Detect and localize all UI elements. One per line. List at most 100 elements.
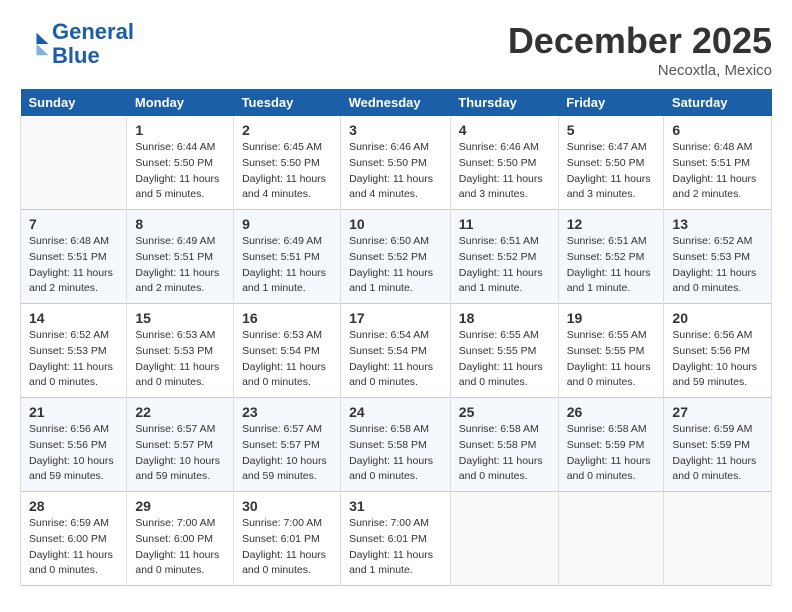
day-info: Sunrise: 6:46 AMSunset: 5:50 PMDaylight:… xyxy=(349,140,442,203)
day-cell: 31 Sunrise: 7:00 AMSunset: 6:01 PMDaylig… xyxy=(341,492,451,586)
day-cell: 8 Sunrise: 6:49 AMSunset: 5:51 PMDayligh… xyxy=(127,210,234,304)
day-number: 7 xyxy=(29,216,118,232)
day-number: 19 xyxy=(567,310,656,326)
day-info: Sunrise: 6:53 AMSunset: 5:53 PMDaylight:… xyxy=(135,328,225,391)
day-number: 26 xyxy=(567,404,656,420)
day-info: Sunrise: 6:56 AMSunset: 5:56 PMDaylight:… xyxy=(29,422,118,485)
day-cell: 21 Sunrise: 6:56 AMSunset: 5:56 PMDaylig… xyxy=(21,398,127,492)
day-number: 12 xyxy=(567,216,656,232)
day-cell: 27 Sunrise: 6:59 AMSunset: 5:59 PMDaylig… xyxy=(664,398,772,492)
day-cell: 28 Sunrise: 6:59 AMSunset: 6:00 PMDaylig… xyxy=(21,492,127,586)
day-number: 5 xyxy=(567,122,656,138)
day-info: Sunrise: 7:00 AMSunset: 6:01 PMDaylight:… xyxy=(242,516,332,579)
day-info: Sunrise: 6:51 AMSunset: 5:52 PMDaylight:… xyxy=(459,234,550,297)
day-number: 31 xyxy=(349,498,442,514)
header-monday: Monday xyxy=(127,89,234,116)
day-cell: 2 Sunrise: 6:45 AMSunset: 5:50 PMDayligh… xyxy=(234,116,341,210)
day-number: 10 xyxy=(349,216,442,232)
day-info: Sunrise: 6:49 AMSunset: 5:51 PMDaylight:… xyxy=(242,234,332,297)
day-info: Sunrise: 6:47 AMSunset: 5:50 PMDaylight:… xyxy=(567,140,656,203)
day-number: 24 xyxy=(349,404,442,420)
week-row-4: 21 Sunrise: 6:56 AMSunset: 5:56 PMDaylig… xyxy=(21,398,772,492)
day-cell: 29 Sunrise: 7:00 AMSunset: 6:00 PMDaylig… xyxy=(127,492,234,586)
day-info: Sunrise: 6:54 AMSunset: 5:54 PMDaylight:… xyxy=(349,328,442,391)
day-cell: 16 Sunrise: 6:53 AMSunset: 5:54 PMDaylig… xyxy=(234,304,341,398)
day-info: Sunrise: 6:59 AMSunset: 6:00 PMDaylight:… xyxy=(29,516,118,579)
day-number: 25 xyxy=(459,404,550,420)
day-number: 2 xyxy=(242,122,332,138)
day-info: Sunrise: 6:58 AMSunset: 5:58 PMDaylight:… xyxy=(459,422,550,485)
header-friday: Friday xyxy=(558,89,664,116)
day-info: Sunrise: 6:48 AMSunset: 5:51 PMDaylight:… xyxy=(29,234,118,297)
month-title: December 2025 xyxy=(508,20,772,62)
day-cell: 4 Sunrise: 6:46 AMSunset: 5:50 PMDayligh… xyxy=(450,116,558,210)
day-cell: 10 Sunrise: 6:50 AMSunset: 5:52 PMDaylig… xyxy=(341,210,451,304)
day-info: Sunrise: 6:55 AMSunset: 5:55 PMDaylight:… xyxy=(567,328,656,391)
day-cell: 19 Sunrise: 6:55 AMSunset: 5:55 PMDaylig… xyxy=(558,304,664,398)
day-info: Sunrise: 6:51 AMSunset: 5:52 PMDaylight:… xyxy=(567,234,656,297)
day-cell xyxy=(450,492,558,586)
day-cell: 1 Sunrise: 6:44 AMSunset: 5:50 PMDayligh… xyxy=(127,116,234,210)
week-row-2: 7 Sunrise: 6:48 AMSunset: 5:51 PMDayligh… xyxy=(21,210,772,304)
logo: GeneralBlue xyxy=(20,20,134,68)
day-cell: 25 Sunrise: 6:58 AMSunset: 5:58 PMDaylig… xyxy=(450,398,558,492)
week-row-1: 1 Sunrise: 6:44 AMSunset: 5:50 PMDayligh… xyxy=(21,116,772,210)
day-cell: 7 Sunrise: 6:48 AMSunset: 5:51 PMDayligh… xyxy=(21,210,127,304)
day-info: Sunrise: 6:58 AMSunset: 5:59 PMDaylight:… xyxy=(567,422,656,485)
day-info: Sunrise: 6:58 AMSunset: 5:58 PMDaylight:… xyxy=(349,422,442,485)
day-number: 18 xyxy=(459,310,550,326)
day-number: 17 xyxy=(349,310,442,326)
header-sunday: Sunday xyxy=(21,89,127,116)
day-cell xyxy=(558,492,664,586)
header-saturday: Saturday xyxy=(664,89,772,116)
day-number: 29 xyxy=(135,498,225,514)
day-number: 3 xyxy=(349,122,442,138)
day-number: 15 xyxy=(135,310,225,326)
day-number: 1 xyxy=(135,122,225,138)
day-cell: 14 Sunrise: 6:52 AMSunset: 5:53 PMDaylig… xyxy=(21,304,127,398)
day-cell: 12 Sunrise: 6:51 AMSunset: 5:52 PMDaylig… xyxy=(558,210,664,304)
day-cell: 18 Sunrise: 6:55 AMSunset: 5:55 PMDaylig… xyxy=(450,304,558,398)
week-row-5: 28 Sunrise: 6:59 AMSunset: 6:00 PMDaylig… xyxy=(21,492,772,586)
day-number: 8 xyxy=(135,216,225,232)
day-info: Sunrise: 6:49 AMSunset: 5:51 PMDaylight:… xyxy=(135,234,225,297)
day-info: Sunrise: 6:46 AMSunset: 5:50 PMDaylight:… xyxy=(459,140,550,203)
header-tuesday: Tuesday xyxy=(234,89,341,116)
day-info: Sunrise: 6:56 AMSunset: 5:56 PMDaylight:… xyxy=(672,328,763,391)
day-number: 22 xyxy=(135,404,225,420)
day-number: 20 xyxy=(672,310,763,326)
day-cell: 23 Sunrise: 6:57 AMSunset: 5:57 PMDaylig… xyxy=(234,398,341,492)
day-info: Sunrise: 6:45 AMSunset: 5:50 PMDaylight:… xyxy=(242,140,332,203)
day-number: 21 xyxy=(29,404,118,420)
location: Necoxtla, Mexico xyxy=(508,62,772,79)
day-number: 11 xyxy=(459,216,550,232)
day-cell: 26 Sunrise: 6:58 AMSunset: 5:59 PMDaylig… xyxy=(558,398,664,492)
day-cell: 9 Sunrise: 6:49 AMSunset: 5:51 PMDayligh… xyxy=(234,210,341,304)
day-info: Sunrise: 6:59 AMSunset: 5:59 PMDaylight:… xyxy=(672,422,763,485)
day-info: Sunrise: 6:57 AMSunset: 5:57 PMDaylight:… xyxy=(135,422,225,485)
day-cell: 30 Sunrise: 7:00 AMSunset: 6:01 PMDaylig… xyxy=(234,492,341,586)
title-block: December 2025 Necoxtla, Mexico xyxy=(508,20,772,79)
day-number: 9 xyxy=(242,216,332,232)
day-cell xyxy=(664,492,772,586)
logo-icon xyxy=(20,29,50,59)
day-cell: 17 Sunrise: 6:54 AMSunset: 5:54 PMDaylig… xyxy=(341,304,451,398)
day-cell: 13 Sunrise: 6:52 AMSunset: 5:53 PMDaylig… xyxy=(664,210,772,304)
day-info: Sunrise: 6:48 AMSunset: 5:51 PMDaylight:… xyxy=(672,140,763,203)
day-info: Sunrise: 7:00 AMSunset: 6:00 PMDaylight:… xyxy=(135,516,225,579)
day-info: Sunrise: 6:55 AMSunset: 5:55 PMDaylight:… xyxy=(459,328,550,391)
header-thursday: Thursday xyxy=(450,89,558,116)
day-number: 28 xyxy=(29,498,118,514)
header-wednesday: Wednesday xyxy=(341,89,451,116)
week-row-3: 14 Sunrise: 6:52 AMSunset: 5:53 PMDaylig… xyxy=(21,304,772,398)
day-cell: 11 Sunrise: 6:51 AMSunset: 5:52 PMDaylig… xyxy=(450,210,558,304)
day-info: Sunrise: 6:44 AMSunset: 5:50 PMDaylight:… xyxy=(135,140,225,203)
day-cell: 20 Sunrise: 6:56 AMSunset: 5:56 PMDaylig… xyxy=(664,304,772,398)
day-info: Sunrise: 6:52 AMSunset: 5:53 PMDaylight:… xyxy=(29,328,118,391)
logo-text: GeneralBlue xyxy=(52,20,134,68)
day-cell: 5 Sunrise: 6:47 AMSunset: 5:50 PMDayligh… xyxy=(558,116,664,210)
day-number: 30 xyxy=(242,498,332,514)
day-cell: 6 Sunrise: 6:48 AMSunset: 5:51 PMDayligh… xyxy=(664,116,772,210)
day-number: 14 xyxy=(29,310,118,326)
day-info: Sunrise: 6:50 AMSunset: 5:52 PMDaylight:… xyxy=(349,234,442,297)
